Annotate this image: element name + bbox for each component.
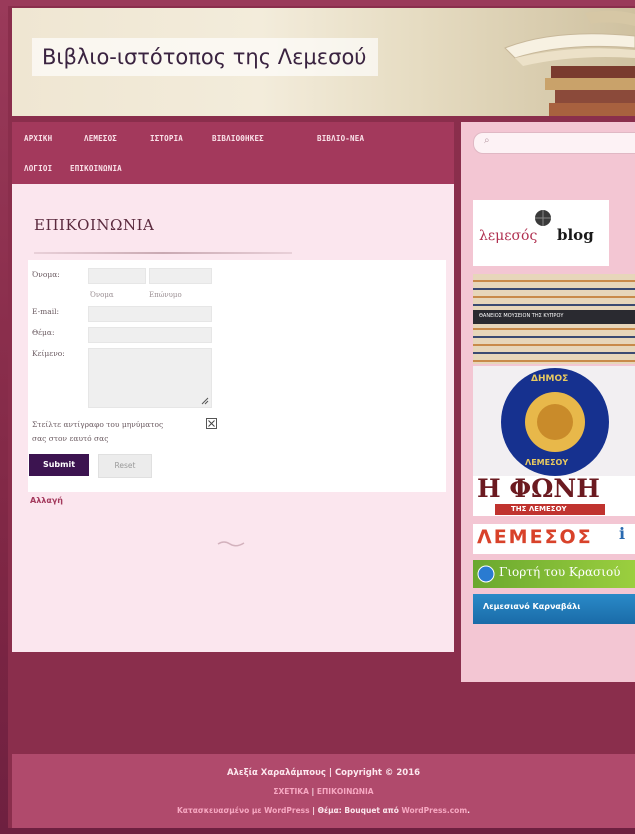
ad-municipality-text-bottom: ΛΕΜΕΣΟΥ (525, 458, 569, 467)
footer-link-contact[interactable]: ΕΠΙΚΟΙΝΩΝΙΑ (317, 787, 374, 796)
site-header: Βιβλιο-ιστότοπος της Λεμεσού (12, 8, 635, 119)
message-textarea[interactable] (88, 348, 212, 408)
last-name-input[interactable] (149, 268, 212, 284)
nav-item-history[interactable]: ΙΣΤΟΡΙΑ (150, 134, 183, 143)
first-name-input[interactable] (88, 268, 146, 284)
nav-item-libraries[interactable]: ΒΙΒΛΙΟΘΗΚΕΣ (212, 134, 264, 143)
ad-foni-lemesou[interactable]: Η ΦΩΝΗ ΤΗΣ ΛΕΜΕΣΟΥ (473, 476, 635, 516)
footer-theme-text: | Θέμα: Bouquet από (309, 806, 402, 815)
footer-separator: | (308, 787, 317, 796)
first-name-sublabel: Όνομα (90, 291, 114, 299)
site-title-box: Βιβλιο-ιστότοπος της Λεμεσού (32, 38, 379, 76)
change-link[interactable]: Αλλαγή (30, 496, 63, 505)
footer-link-wordpress[interactable]: Κατασκευασμένο με WordPress (177, 806, 310, 815)
footer-period: . (467, 806, 471, 815)
nav-item-scholars[interactable]: ΛΟΓΙΟΙ (24, 164, 52, 173)
ad-carnival-text: Λεμεσιανό Καρναβάλι (483, 602, 581, 611)
copy-label-line1: Στείλτε αντίγραφο του μηνύματος (32, 420, 164, 429)
ad-wine-festival[interactable]: Γιορτή του Κρασιού (473, 560, 635, 588)
subject-input[interactable] (88, 327, 212, 343)
info-icon: i (619, 524, 626, 543)
message-label: Κείμενο: (32, 349, 65, 358)
reset-button[interactable]: Reset (98, 454, 152, 478)
name-label: Όνομα: (32, 270, 60, 279)
footer-copyright: Αλεξία Χαραλάμπους | Copyright © 2016 (226, 768, 421, 778)
submit-button[interactable]: Submit (29, 454, 89, 476)
ad-lemesos-blog-text: λεμεσός (479, 228, 538, 244)
footer-link-wordpress-com[interactable]: WordPress.com (401, 806, 467, 815)
wine-globe-icon (477, 565, 495, 583)
ad-lemesos-info[interactable]: ΛΕΜΕΣΟΣ i (473, 524, 635, 554)
footer: Αλεξία Χαραλάμπους | Copyright © 2016 ΣΧ… (12, 754, 635, 828)
title-divider (34, 252, 292, 254)
resize-handle-icon[interactable] (201, 397, 209, 405)
last-name-sublabel: Επώνυμο (149, 291, 182, 299)
subject-label: Θέμα: (32, 328, 55, 337)
ad-museum[interactable]: ΘΑΝΕΙΟΣ ΜΟΥΣΕΙΟΝ ΤΗΣ ΚΥΠΡΟΥ (473, 274, 635, 364)
send-copy-checkbox[interactable] (206, 418, 217, 429)
nav-item-book-news[interactable]: ΒΙΒΛΙΟ-ΝΕΑ (317, 134, 364, 143)
ad-lemesos-blog[interactable]: λεμεσός blog (473, 200, 609, 266)
sidebar: ⌕ λεμεσός blog ΘΑΝΕΙΟΣ ΜΟΥΣΕΙΟΝ ΤΗΣ ΚΥΠΡ… (461, 122, 635, 682)
main-nav: ΑΡΧΙΚΗ ΛΕΜΕΣΟΣ ΙΣΤΟΡΙΑ ΒΙΒΛΙΟΘΗΚΕΣ ΒΙΒΛΙ… (12, 122, 454, 184)
ad-lemesos-info-text: ΛΕΜΕΣΟΣ (477, 526, 593, 548)
page-title: ΕΠΙΚΟΙΝΩΝΙΑ (34, 216, 155, 234)
footer-link-about[interactable]: ΣΧΕΤΙΚΑ (273, 787, 309, 796)
ad-museum-text: ΘΑΝΕΙΟΣ ΜΟΥΣΕΙΟΝ ΤΗΣ ΚΥΠΡΟΥ (479, 313, 564, 319)
search-icon: ⌕ (484, 135, 490, 146)
content-area: ΕΠΙΚΟΙΝΩΝΙΑ Όνομα: Όνομα Επώνυμο E-mail:… (12, 184, 454, 652)
ad-municipality-text-top: ΔΗΜΟΣ (531, 374, 569, 384)
books-header-image (504, 10, 635, 116)
email-input[interactable] (88, 306, 212, 322)
ad-foni-text: Η ΦΩΝΗ (477, 476, 600, 503)
nav-item-contact[interactable]: ΕΠΙΚΟΙΝΩΝΙΑ (70, 164, 122, 173)
ad-wine-festival-text: Γιορτή του Κρασιού (499, 565, 621, 579)
nav-item-lemesos[interactable]: ΛΕΜΕΣΟΣ (84, 134, 117, 143)
site-title[interactable]: Βιβλιο-ιστότοπος της Λεμεσού (42, 45, 366, 69)
ad-municipality[interactable]: ΔΗΜΟΣ ΛΕΜΕΣΟΥ (473, 366, 635, 478)
contact-form: Όνομα: Όνομα Επώνυμο E-mail: Θέμα: Κείμε… (28, 260, 446, 492)
check-icon (208, 420, 215, 427)
search-input[interactable]: ⌕ (473, 132, 635, 154)
ad-lemesos-blog-text2: blog (557, 226, 594, 244)
globe-icon (535, 210, 551, 226)
email-label: E-mail: (32, 307, 60, 316)
copy-label-line2: σας στον εαυτό σας (32, 434, 109, 443)
ad-foni-sub: ΤΗΣ ΛΕΜΕΣΟΥ (511, 505, 567, 513)
nav-item-home[interactable]: ΑΡΧΙΚΗ (24, 134, 52, 143)
ad-carnival[interactable]: Λεμεσιανό Καρναβάλι (473, 594, 635, 624)
ornament-divider (217, 541, 245, 547)
